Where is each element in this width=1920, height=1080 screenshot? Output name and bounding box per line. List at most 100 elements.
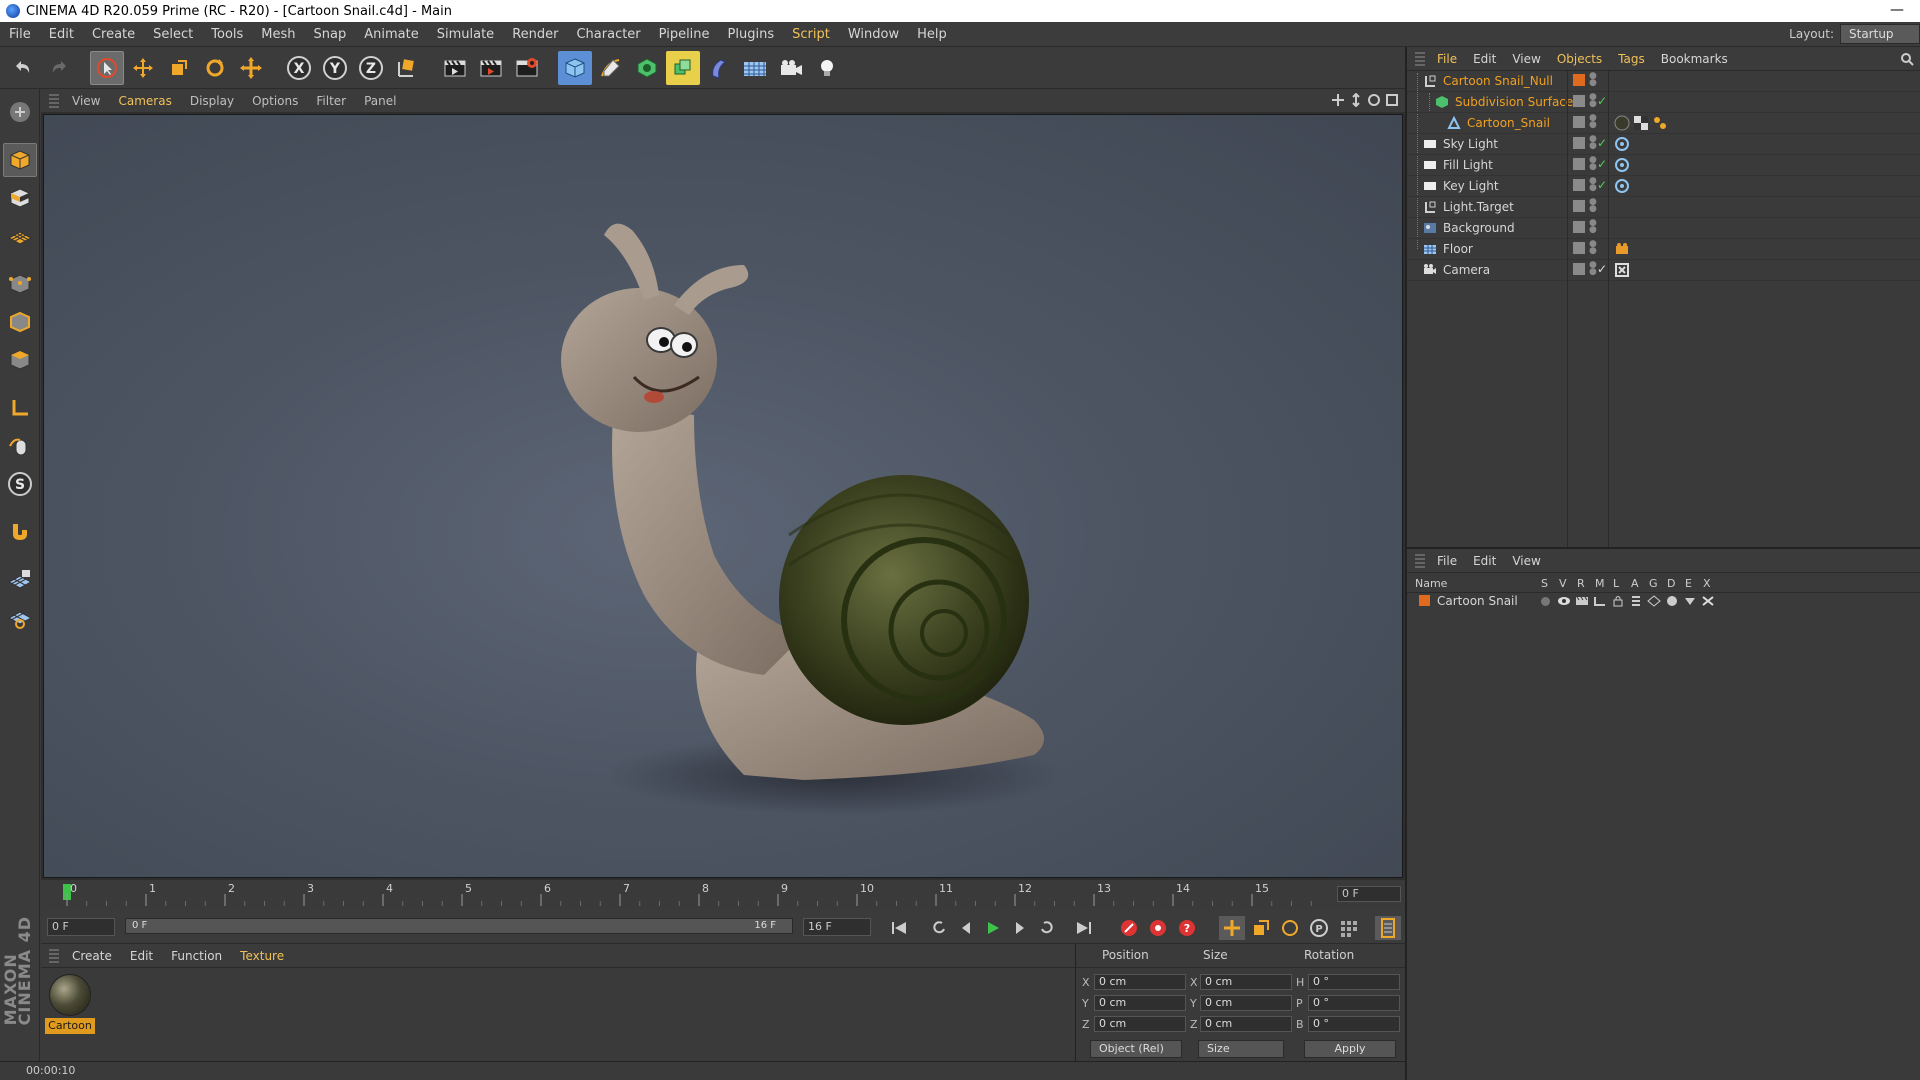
- animation-toggle-icon[interactable]: [1629, 595, 1643, 607]
- menu-edit[interactable]: Edit: [40, 27, 83, 42]
- rotation-h-field[interactable]: 0 °: [1308, 974, 1400, 990]
- xref-toggle-icon[interactable]: [1701, 595, 1715, 607]
- rotation-b-field[interactable]: 0 °: [1308, 1016, 1400, 1032]
- expression-toggle-icon[interactable]: [1683, 595, 1697, 607]
- material-menu-create[interactable]: Create: [63, 949, 121, 963]
- visibility-dots[interactable]: ● ●: [1589, 156, 1597, 172]
- key-rotation-icon[interactable]: [1277, 916, 1303, 940]
- edit-state-icon[interactable]: [1573, 200, 1585, 212]
- object-row[interactable]: Background ● ●: [1407, 218, 1920, 239]
- move-tool-icon[interactable]: [126, 51, 160, 85]
- position-y-field[interactable]: 0 cm: [1094, 995, 1186, 1011]
- menu-help[interactable]: Help: [908, 27, 956, 42]
- material-menu-function[interactable]: Function: [162, 949, 231, 963]
- x-axis-lock-icon[interactable]: X: [282, 51, 316, 85]
- coordinate-mode-dropdown[interactable]: Object (Rel): [1090, 1040, 1182, 1058]
- enabled-check-icon[interactable]: ✓: [1597, 94, 1607, 108]
- menu-tools[interactable]: Tools: [202, 27, 252, 42]
- material-menu-texture[interactable]: Texture: [231, 949, 293, 963]
- timeline-ticks[interactable]: 012345678910111213141516: [55, 880, 1327, 910]
- layer-color-swatch[interactable]: [1573, 74, 1585, 86]
- render-settings-icon[interactable]: [510, 51, 544, 85]
- redo-icon[interactable]: [42, 51, 76, 85]
- key-position-icon[interactable]: [1219, 916, 1245, 940]
- enabled-check-icon[interactable]: ✓: [1597, 178, 1607, 192]
- col-expressions[interactable]: E: [1685, 577, 1692, 590]
- view-toggle-icon[interactable]: [1557, 595, 1571, 607]
- om-menu-file[interactable]: File: [1429, 52, 1465, 66]
- edit-state-icon[interactable]: [1573, 221, 1585, 233]
- object-row[interactable]: Light.Target ● ●: [1407, 197, 1920, 218]
- panel-grip-icon[interactable]: [49, 94, 59, 108]
- size-mode-dropdown[interactable]: Size: [1198, 1040, 1284, 1058]
- size-y-field[interactable]: 0 cm: [1200, 995, 1292, 1011]
- col-name[interactable]: Name: [1415, 577, 1447, 590]
- snap-icon[interactable]: S: [3, 467, 37, 501]
- viewport-menu-filter[interactable]: Filter: [307, 94, 355, 108]
- start-frame-field[interactable]: 0 F: [47, 918, 115, 936]
- lm-menu-view[interactable]: View: [1504, 554, 1548, 568]
- subdivision-surface-icon[interactable]: [630, 51, 664, 85]
- lock-workplane-icon[interactable]: [3, 563, 37, 597]
- lock-toggle-icon[interactable]: [1611, 595, 1625, 607]
- key-pla-icon[interactable]: [1335, 916, 1361, 940]
- visibility-dots[interactable]: ● ●: [1589, 240, 1597, 256]
- panel-grip-icon[interactable]: [1415, 51, 1425, 66]
- apply-button[interactable]: Apply: [1304, 1040, 1396, 1058]
- generator-toggle-icon[interactable]: [1647, 595, 1661, 607]
- search-icon[interactable]: [1900, 52, 1914, 66]
- select-cursor-icon[interactable]: [90, 50, 124, 85]
- viewport-menu-display[interactable]: Display: [181, 94, 243, 108]
- menu-window[interactable]: Window: [839, 27, 908, 42]
- dolly-view-icon[interactable]: [1349, 93, 1363, 107]
- size-z-field[interactable]: 0 cm: [1200, 1016, 1292, 1032]
- position-z-field[interactable]: 0 cm: [1094, 1016, 1186, 1032]
- object-name[interactable]: Light.Target: [1443, 200, 1514, 214]
- edit-state-icon[interactable]: [1573, 242, 1585, 254]
- menu-animate[interactable]: Animate: [355, 27, 427, 42]
- material-tag-icon[interactable]: [1614, 115, 1630, 131]
- minimize-button[interactable]: —: [1874, 0, 1920, 22]
- col-locked[interactable]: L: [1613, 577, 1619, 590]
- om-menu-objects[interactable]: Objects: [1549, 52, 1610, 66]
- next-frame-icon[interactable]: [1007, 916, 1033, 940]
- make-editable-icon[interactable]: [3, 95, 37, 129]
- floor-grid-icon[interactable]: [738, 51, 772, 85]
- size-x-field[interactable]: 0 cm: [1200, 974, 1292, 990]
- play-forward-icon[interactable]: [980, 916, 1006, 940]
- scale-tool-icon[interactable]: [162, 51, 196, 85]
- y-axis-lock-icon[interactable]: Y: [318, 51, 352, 85]
- 3d-viewport[interactable]: [43, 114, 1403, 878]
- planar-workplane-icon[interactable]: [3, 601, 37, 635]
- rotate-tool-icon[interactable]: [198, 51, 232, 85]
- enabled-check-icon[interactable]: ✓: [1597, 136, 1607, 150]
- object-row[interactable]: Floor ● ●: [1407, 239, 1920, 260]
- cube-primitive-icon[interactable]: [558, 50, 592, 85]
- object-name[interactable]: Background: [1443, 221, 1515, 235]
- enabled-check-icon[interactable]: ✓: [1597, 157, 1607, 171]
- current-frame-field[interactable]: 0 F: [1337, 886, 1401, 902]
- object-name[interactable]: Camera: [1443, 263, 1490, 277]
- viewport-menu-options[interactable]: Options: [243, 94, 307, 108]
- col-deformers[interactable]: D: [1667, 577, 1675, 590]
- undo-icon[interactable]: [6, 51, 40, 85]
- texture-mode-icon[interactable]: [3, 181, 37, 215]
- manager-toggle-icon[interactable]: [1593, 595, 1607, 607]
- edit-state-icon[interactable]: [1573, 95, 1585, 107]
- workplane-mode-icon[interactable]: [3, 219, 37, 253]
- col-xref[interactable]: X: [1703, 577, 1711, 590]
- edit-state-icon[interactable]: [1573, 137, 1585, 149]
- lm-menu-edit[interactable]: Edit: [1465, 554, 1504, 568]
- col-render[interactable]: R: [1577, 577, 1585, 590]
- col-solo[interactable]: S: [1541, 577, 1548, 590]
- compositing-tag-icon[interactable]: [1614, 241, 1630, 257]
- menu-render[interactable]: Render: [503, 27, 567, 42]
- col-view[interactable]: V: [1559, 577, 1567, 590]
- phong-tag-icon[interactable]: [1652, 115, 1668, 131]
- viewport-menu-view[interactable]: View: [63, 94, 109, 108]
- col-animation[interactable]: A: [1631, 577, 1639, 590]
- layout-dropdown[interactable]: Startup: [1840, 24, 1920, 44]
- visibility-dots[interactable]: ● ●: [1589, 219, 1597, 235]
- menu-script[interactable]: Script: [783, 27, 839, 42]
- object-name[interactable]: Key Light: [1443, 179, 1499, 193]
